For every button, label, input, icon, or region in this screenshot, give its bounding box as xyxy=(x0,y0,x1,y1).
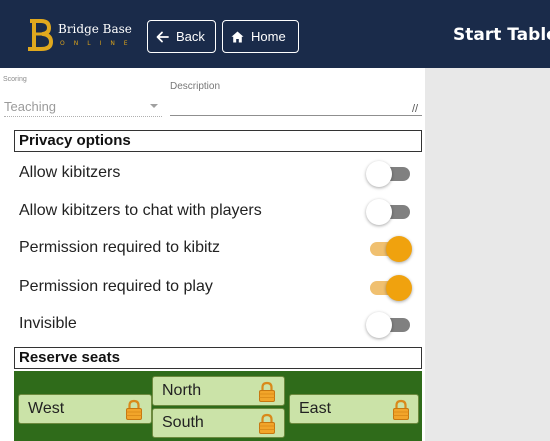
back-button-label: Back xyxy=(176,29,205,44)
seat-label: South xyxy=(162,414,204,431)
bbo-logo-icon xyxy=(28,19,53,51)
page-title: Start Table xyxy=(453,25,550,45)
option-label: Permission required to kibitz xyxy=(19,239,220,256)
permission-play-toggle[interactable] xyxy=(366,275,412,301)
logo-name: Bridge Base xyxy=(58,22,132,36)
home-button-label: Home xyxy=(251,29,286,44)
lock-icon[interactable] xyxy=(258,381,276,403)
home-button[interactable]: Home xyxy=(222,20,299,53)
privacy-options-header: Privacy options xyxy=(14,130,422,152)
lock-icon[interactable] xyxy=(125,399,143,421)
home-icon xyxy=(231,31,244,42)
reserve-seats-area: West North South East xyxy=(14,371,422,441)
logo-subtitle: ONLINE xyxy=(60,40,137,47)
scoring-select[interactable]: Teaching xyxy=(4,99,56,114)
option-label: Allow kibitzers to chat with players xyxy=(19,202,262,219)
toggle-thumb xyxy=(366,161,392,187)
resize-handle-icon[interactable]: // xyxy=(412,103,418,115)
allow-kibitzer-chat-toggle[interactable] xyxy=(366,199,412,225)
toggle-thumb xyxy=(386,236,412,262)
seat-label: North xyxy=(162,382,202,399)
toggle-thumb xyxy=(366,312,392,338)
lock-icon[interactable] xyxy=(258,413,276,435)
invisible-toggle[interactable] xyxy=(366,312,412,338)
table-preview-panel xyxy=(425,68,550,441)
description-input[interactable] xyxy=(170,115,422,116)
toggle-thumb xyxy=(386,275,412,301)
option-label: Invisible xyxy=(19,315,77,332)
chevron-down-icon[interactable] xyxy=(150,104,158,108)
seat-east[interactable]: East xyxy=(289,394,419,424)
option-row-permission-play: Permission required to play xyxy=(0,270,425,306)
seat-south[interactable]: South xyxy=(152,408,285,438)
back-button[interactable]: Back xyxy=(147,20,216,53)
scoring-underline xyxy=(4,116,162,117)
option-row-permission-kibitz: Permission required to kibitz xyxy=(0,231,425,267)
toggle-thumb xyxy=(366,199,392,225)
option-row-invisible: Invisible xyxy=(0,307,425,343)
settings-panel: Scoring Teaching Description // Privacy … xyxy=(0,68,425,441)
option-row-allow-kibitzer-chat: Allow kibitzers to chat with players xyxy=(0,194,425,230)
option-label: Allow kibitzers xyxy=(19,164,121,181)
allow-kibitzers-toggle[interactable] xyxy=(366,161,412,187)
seat-label: West xyxy=(28,400,65,417)
seat-west[interactable]: West xyxy=(18,394,152,424)
reserve-seats-header: Reserve seats xyxy=(14,347,422,369)
option-label: Permission required to play xyxy=(19,278,213,295)
lock-icon[interactable] xyxy=(392,399,410,421)
seat-label: East xyxy=(299,400,332,417)
seat-north[interactable]: North xyxy=(152,376,285,406)
arrow-left-icon xyxy=(156,31,169,42)
scoring-label: Scoring xyxy=(3,76,27,83)
description-label: Description xyxy=(170,81,221,92)
permission-kibitz-toggle[interactable] xyxy=(366,236,412,262)
top-bar: Bridge Base ONLINE Back Home Start Table xyxy=(0,0,550,68)
option-row-allow-kibitzers: Allow kibitzers xyxy=(0,156,425,192)
